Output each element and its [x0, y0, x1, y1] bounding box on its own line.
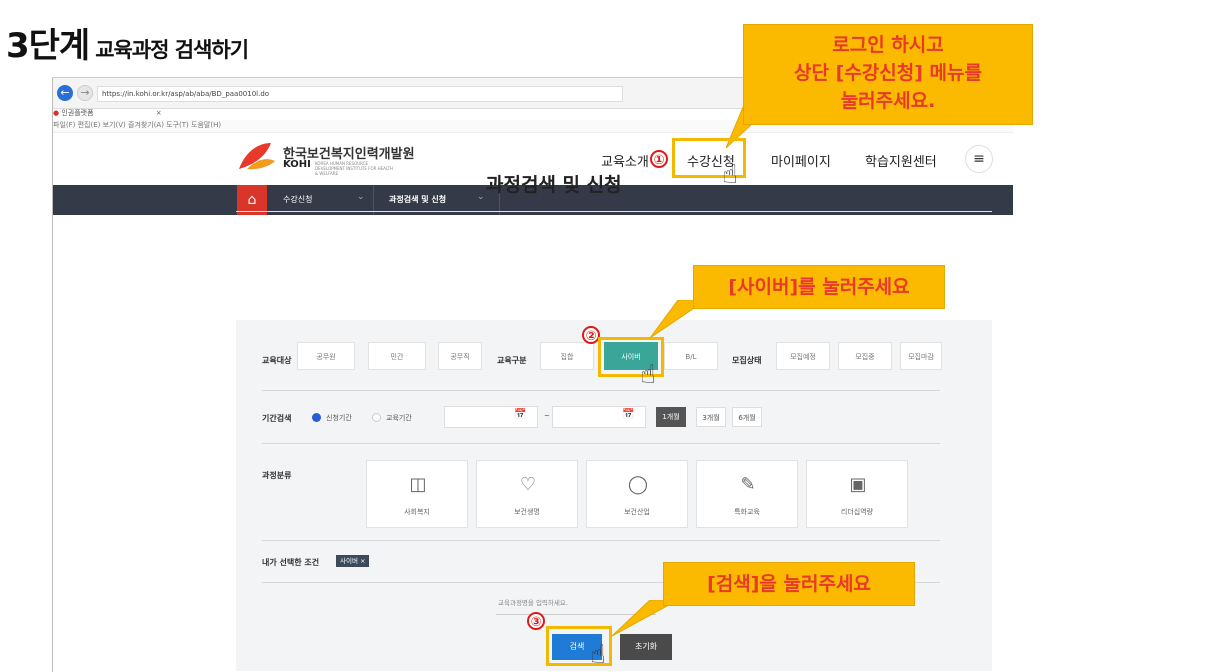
category-label-special: 특화교육 — [734, 508, 760, 516]
edit-icon: ✎ — [740, 474, 756, 495]
step-number-3: ③ — [527, 612, 545, 630]
category-welfare[interactable]: ◫ 사회복지 — [366, 460, 468, 528]
favicon-icon: ● — [53, 109, 60, 117]
laptop-icon: ▣ — [849, 474, 867, 495]
target-option-official[interactable]: 공무직 — [438, 342, 482, 370]
target-option-private[interactable]: 민간 — [368, 342, 426, 370]
logo-eng-small: KOREA HUMAN RESOURCE DEVELOPMENT INSTITU… — [315, 161, 394, 176]
forward-arrow-icon[interactable]: → — [77, 85, 93, 101]
close-tab-icon[interactable]: × — [156, 109, 162, 117]
period-3month[interactable]: 3개월 — [696, 407, 726, 427]
date-tilde: ~ — [544, 412, 550, 420]
radio-apply-period[interactable] — [312, 413, 321, 422]
category-special[interactable]: ✎ 특화교육 — [696, 460, 798, 528]
back-arrow-icon[interactable]: ← — [57, 85, 73, 101]
callout-search: [검색]을 눌러주세요 — [663, 562, 915, 606]
pointer-hand-icon: ☝ — [640, 360, 656, 390]
status-option-open[interactable]: 모집중 — [838, 342, 892, 370]
status-option-upcoming[interactable]: 모집예정 — [776, 342, 830, 370]
category-label-leadership: 리더십역량 — [840, 508, 874, 516]
status-option-closed[interactable]: 모집마감 — [900, 342, 942, 370]
category-leadership[interactable]: ▣ 리더십역량 — [806, 460, 908, 528]
selected-conditions-label: 내가 선택한 조건 — [262, 558, 320, 567]
breadcrumb-item-apply[interactable]: 수강신청 — [283, 194, 312, 205]
category-health[interactable]: ♡ 보건생명 — [476, 460, 578, 528]
nav-mypage[interactable]: 마이페이지 — [771, 151, 831, 170]
period-1month[interactable]: 1개월 — [656, 407, 686, 427]
medical-kit-icon: ◫ — [409, 474, 427, 495]
radio-edu-period-label: 교육기간 — [386, 414, 412, 422]
pointer-hand-icon: ☝ — [590, 640, 606, 670]
condition-chip-cyber[interactable]: 사이버 × — [336, 555, 370, 567]
callout-cyber: [사이버]를 눌러주세요 — [693, 265, 945, 309]
divider — [262, 540, 940, 541]
nav-intro[interactable]: 교육소개 — [601, 151, 649, 170]
step-number-1: ① — [650, 150, 668, 168]
period-6month[interactable]: 6개월 — [732, 407, 762, 427]
url-field[interactable]: https://in.kohi.or.kr/asp/ab/aba/BD_paa0… — [97, 86, 623, 102]
period-label: 기간검색 — [262, 414, 292, 423]
target-label: 교육대상 — [262, 356, 292, 365]
step-title: 교육과정 검색하기 — [95, 38, 249, 62]
lightbulb-icon: ◯ — [627, 474, 649, 495]
radio-edu-period[interactable] — [372, 413, 381, 422]
category-label: 과정분류 — [262, 471, 292, 480]
tab-label: 인권플랫폼 — [61, 109, 94, 117]
breadcrumb-item-search[interactable]: 과정검색 및 신청 — [389, 194, 446, 205]
target-option-public[interactable]: 공무원 — [297, 342, 355, 370]
slide-title: 3단계 교육과정 검색하기 — [6, 18, 249, 67]
status-label: 모집상태 — [732, 356, 762, 365]
category-label-industry: 보건산업 — [624, 508, 650, 516]
pointer-hand-icon: ☝ — [722, 160, 738, 190]
chevron-down-icon[interactable]: ⌄ — [477, 192, 485, 202]
radio-apply-period-label: 신청기간 — [326, 414, 352, 422]
divider — [236, 211, 992, 212]
type-option-bl[interactable]: B/L — [664, 342, 718, 370]
type-option-group[interactable]: 집합 — [540, 342, 594, 370]
kohi-logo-icon — [239, 143, 275, 170]
category-label-health: 보건생명 — [514, 508, 540, 516]
step-label: 3단계 — [6, 26, 90, 66]
divider — [262, 443, 940, 444]
calendar-icon[interactable]: 📅 — [622, 409, 634, 420]
callout-login: 로그인 하시고 상단 [수강신청] 메뉴를 눌러주세요. — [743, 24, 1033, 125]
calendar-icon[interactable]: 📅 — [514, 409, 526, 420]
type-label: 교육구분 — [497, 356, 527, 365]
callout-pointer — [611, 600, 679, 637]
page-title: 과정검색 및 신청 — [486, 174, 622, 196]
category-industry[interactable]: ◯ 보건산업 — [586, 460, 688, 528]
hands-heart-icon: ♡ — [519, 474, 537, 495]
category-label-welfare: 사회복지 — [404, 508, 430, 516]
divider — [262, 390, 940, 391]
hamburger-icon[interactable]: ≡ — [965, 145, 993, 173]
chevron-down-icon[interactable]: ⌄ — [357, 192, 365, 202]
nav-learning[interactable]: 학습지원센터 — [865, 151, 937, 170]
logo-eng: KOHI — [283, 159, 311, 170]
